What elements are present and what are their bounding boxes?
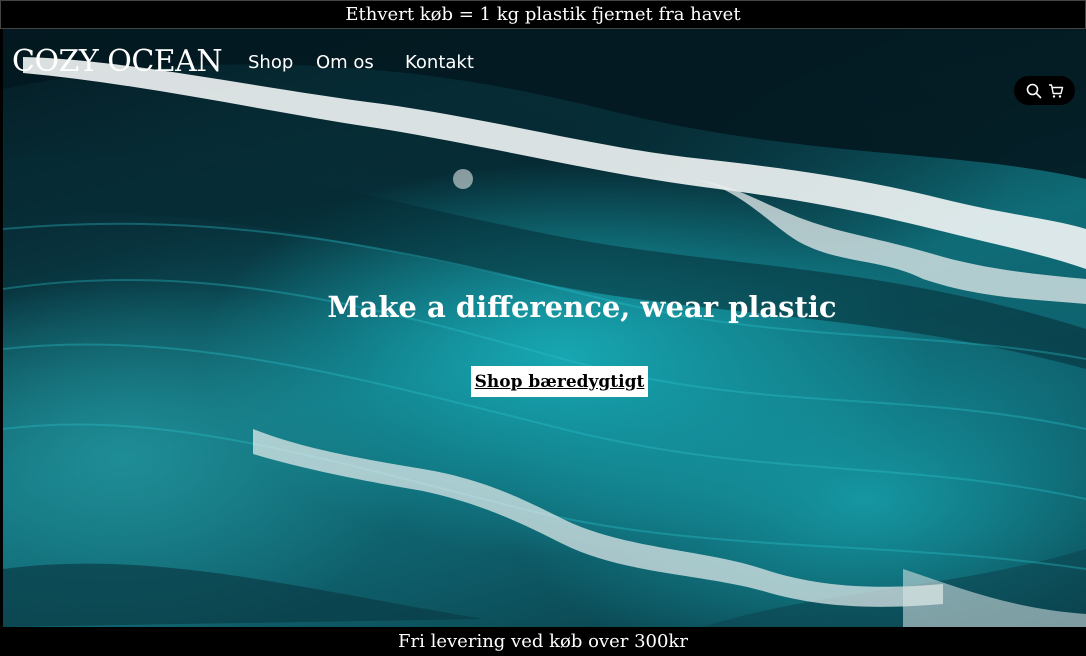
hero-headline: Make a difference, wear plastic	[327, 290, 837, 324]
announcement-text-top: Ethvert køb = 1 kg plastik fjernet fra h…	[345, 4, 741, 25]
shop-sustainable-button[interactable]: Shop bæredygtigt	[471, 366, 648, 397]
cart-icon[interactable]	[1048, 83, 1064, 99]
announcement-bar-top: Ethvert køb = 1 kg plastik fjernet fra h…	[0, 0, 1086, 29]
site-logo[interactable]: COZY OCEAN	[12, 44, 223, 79]
header-icon-group	[1014, 76, 1075, 105]
hero-banner	[3, 29, 1086, 627]
announcement-bar-bottom: Fri levering ved køb over 300kr	[0, 627, 1086, 656]
nav-link-shop[interactable]: Shop	[248, 52, 293, 73]
nav-link-om-os[interactable]: Om os	[316, 52, 374, 73]
announcement-text-bottom: Fri levering ved køb over 300kr	[398, 631, 688, 652]
ocean-background-image	[3, 29, 1086, 627]
search-icon[interactable]	[1026, 83, 1042, 99]
nav-link-kontakt[interactable]: Kontakt	[405, 52, 474, 73]
